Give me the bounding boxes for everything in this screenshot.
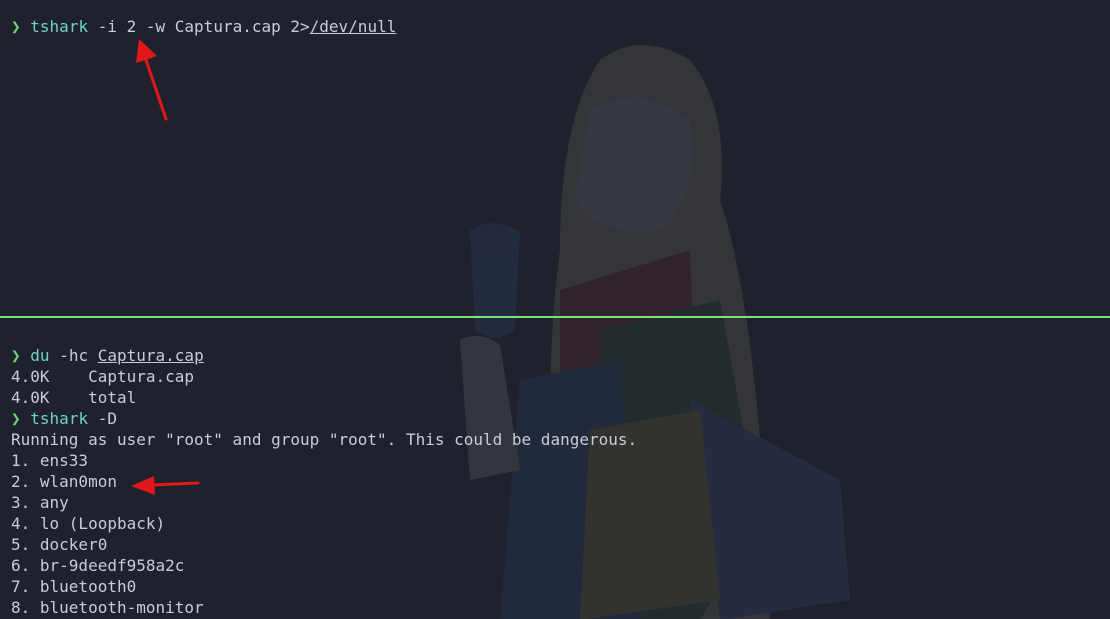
interface-list-item: 5. docker0: [11, 535, 108, 554]
file-argument: Captura.cap: [97, 346, 204, 365]
command-args: -D: [97, 409, 117, 428]
command-name: tshark: [30, 17, 89, 36]
interface-list-item: 2. wlan0mon: [11, 472, 117, 491]
command-name: du: [30, 346, 50, 365]
interface-list-item: 7. bluetooth0: [11, 577, 137, 596]
warning-message: Running as user "root" and group "root".…: [11, 430, 638, 449]
command-name: tshark: [30, 409, 89, 428]
top-terminal-pane[interactable]: ❯ tshark -i 2 -w Captura.cap 2>/dev/null: [0, 0, 1110, 316]
interface-list-item: 6. br-9deedf958a2c: [11, 556, 185, 575]
du-command-line: ❯ du -hc Captura.cap: [11, 345, 204, 366]
tshark-capture-command-line: ❯ tshark -i 2 -w Captura.cap 2>/dev/null: [11, 16, 396, 37]
command-args: -hc: [59, 346, 89, 365]
bottom-terminal-pane[interactable]: ❯ du -hc Captura.cap 4.0K Captura.cap 4.…: [0, 318, 1110, 619]
prompt-chevron-icon: ❯: [11, 409, 21, 428]
tshark-list-command-line: ❯ tshark -D: [11, 408, 117, 429]
du-output-line: 4.0K total: [11, 388, 137, 407]
du-output-line: 4.0K Captura.cap: [11, 367, 195, 386]
redirect-target: /dev/null: [309, 17, 397, 36]
interface-list-item: 8. bluetooth-monitor: [11, 598, 204, 617]
prompt-chevron-icon: ❯: [11, 346, 21, 365]
interface-list-item: 1. ens33: [11, 451, 89, 470]
command-args: -i 2 -w Captura.cap 2>: [97, 17, 310, 36]
prompt-chevron-icon: ❯: [11, 17, 21, 36]
interface-list-item: 4. lo (Loopback): [11, 514, 166, 533]
interface-list-item: 3. any: [11, 493, 69, 512]
